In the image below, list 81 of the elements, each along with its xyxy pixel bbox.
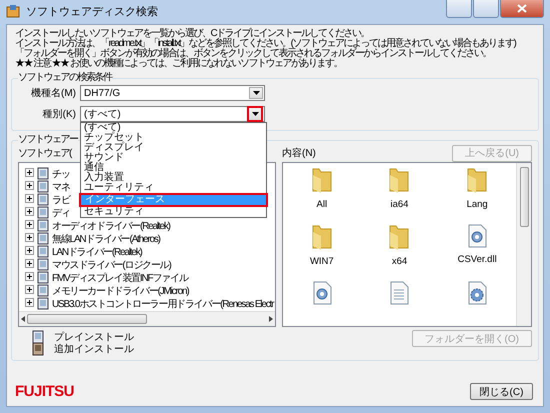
disc-box-icon [37,193,49,206]
app-icon [6,4,20,18]
file-name[interactable]: ia64 [390,199,408,210]
settings-file-icon [467,281,488,305]
disc-box-icon [37,297,49,310]
group-title: ソフトウェアー [18,134,78,146]
file-name[interactable]: All [316,199,328,210]
folder-icon [310,167,333,193]
expand-icon[interactable] [25,194,34,206]
disc-box-icon [32,330,44,344]
disc-box-icon [37,271,49,284]
expand-icon[interactable] [25,272,34,284]
tree-label: ソフトウェア( [18,147,71,160]
disc-box-icon [37,284,49,297]
tree-item[interactable]: USB3.0ホストコントローラー用ドライバー(Renesas Electr [52,296,274,310]
instruction-text: 「フォルダーを開く」ボタンが有効の場合は、ボタンをクリックして表示されるフォルダーからインストールしてください。 [14,49,492,59]
disc-box-icon [37,245,49,258]
dropdown-option[interactable]: ユーティリティ [81,183,266,193]
dropdown-option[interactable]: セキュリティ [81,207,266,217]
horizontal-scrollbar[interactable] [19,311,275,326]
window-title: ソフトウェアディスク検索 [26,4,158,18]
file-name[interactable]: Lang [466,199,488,210]
disc-box-icon [32,342,44,356]
minimize-button[interactable] [446,0,472,18]
instruction-text: ★★ 注意 ★★ お使いの機種によっては、ご利用になれないソフトウェアがあります。 [14,59,343,69]
group-title: ソフトウェアの検索条件 [18,72,112,84]
scroll-right-icon[interactable] [269,316,273,322]
tree-item[interactable]: チッ [52,166,70,180]
dropdown-option[interactable]: 通信 [81,163,266,173]
tree-item[interactable]: ラビ [52,192,70,206]
tree-item[interactable]: メモリーカードドライバー(JMicron) [52,284,188,298]
file-name[interactable]: CSVer.dll [458,254,497,265]
disc-box-icon [37,180,49,193]
tree-item[interactable]: ディ [52,206,70,220]
file-name[interactable]: WIN7 [310,256,334,267]
tree-item[interactable]: マネ [52,180,70,194]
tree-item[interactable]: 無線LANドライバー(Atheros) [52,232,160,246]
disc-box-icon [37,219,49,232]
folder-icon [388,224,410,250]
expand-icon[interactable] [25,220,34,232]
folder-icon [310,224,333,250]
expand-icon[interactable] [25,168,34,180]
folder-icon [388,167,410,193]
disc-box-icon [37,206,49,219]
instruction-text: インストール方法は、「readme.txt」「install.txt」などを参照してください。(ソフトウェアによっては用意されていない場合もあります) [14,39,517,49]
dropdown-option[interactable]: (すべて) [81,123,266,133]
text-file-icon [389,281,410,305]
expand-icon[interactable] [25,246,34,258]
file-name[interactable]: x64 [392,256,408,267]
logo: FUJITSU [15,383,74,400]
expand-icon[interactable] [25,232,34,244]
disc-box-icon [37,232,49,245]
dropdown-field[interactable]: DH77/G [80,85,265,101]
maximize-button[interactable] [473,0,499,18]
expand-icon[interactable] [25,180,34,192]
disc-box-icon [37,167,49,180]
instruction-text: インストールしたいソフトウェアを一覧から選び、Cドライブにインストールしてください。 [14,29,370,39]
close-window-button[interactable] [500,0,544,18]
tree-item[interactable]: オーディオドライバー(Realtek) [52,218,170,232]
dropdown-option[interactable]: サウンド [81,153,266,163]
dropdown-option[interactable]: 入力装置 [81,173,266,183]
folder-icon [466,167,488,193]
expand-icon[interactable] [25,206,34,218]
tree-item[interactable]: マウスドライバー(ロジクール) [52,258,171,272]
legend-label: プレインストール [54,330,134,344]
field-label: 機種名(M) [30,86,76,100]
dropdown-option[interactable]: チップセット [81,133,266,143]
legend-label: 追加インストール [54,342,134,356]
scroll-left-icon[interactable] [21,316,25,322]
close-button[interactable]: 閉じる(C) [470,383,533,400]
vertical-scrollbar[interactable] [516,163,531,326]
close-icon [517,4,527,13]
contents-label: 内容(N) [282,146,316,160]
field-label: 種別(K) [42,108,76,121]
expand-icon[interactable] [25,258,34,270]
expand-icon[interactable] [25,298,34,310]
tree-item[interactable]: FMVディスプレイ装置INFファイル [52,270,188,284]
expand-icon[interactable] [25,284,34,296]
disc-box-icon [37,258,49,271]
dropdown-option[interactable]: ディスプレイ [81,143,266,153]
tree-item[interactable]: LANドライバー(Realtek) [52,244,142,258]
